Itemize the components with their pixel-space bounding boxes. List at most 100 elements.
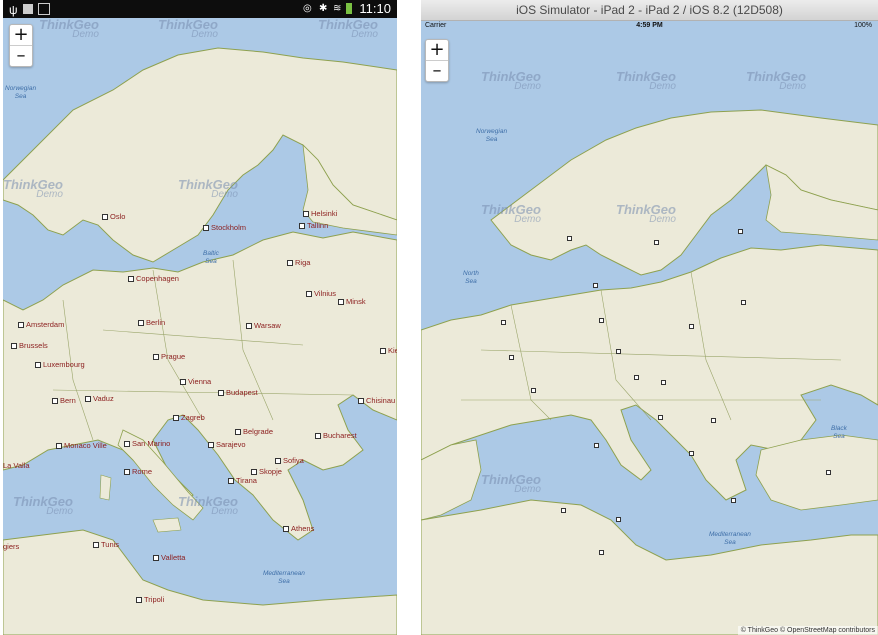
android-status-bar: ψ ◎ ✱ ≋ 11:10 [3,0,397,18]
zoom-out-button[interactable]: – [426,60,448,81]
map-canvas-right[interactable] [421,0,878,635]
no-sim-icon [38,3,50,15]
city-marker [826,470,833,476]
map-attribution: © ThinkGeo © OpenStreetMap contributors [737,626,878,635]
watermark: ThinkGeo Demo [481,69,541,92]
city-label-tirana: Tirana [228,476,257,485]
city-marker [634,375,641,381]
zoom-in-button[interactable]: + [426,40,448,60]
zoom-control-left: + – [9,24,33,67]
city-label-prague: Prague [153,352,185,361]
battery-icon [346,3,352,14]
city-marker [654,240,661,246]
window-title: iOS Simulator - iPad 2 - iPad 2 / iOS 8.… [516,3,783,17]
watermark: ThinkGeo Demo [39,17,99,40]
sea-label-baltic: Baltic Sea [203,250,219,265]
sea-label-mediterranean: Mediterranean Sea [709,531,751,546]
city-label-brussels: Brussels [11,341,48,350]
watermark: ThinkGeo Demo [13,494,73,517]
city-label-athens: Athens [283,524,314,533]
city-marker [689,451,696,457]
city-label-skopje: Skopje [251,467,282,476]
zoom-control-right: + – [425,39,449,82]
city-label-tunis: Tunis [93,540,119,549]
city-marker [594,443,601,449]
city-label-sarajevo: Sarajevo [208,440,246,449]
city-label-bern: Bern [52,396,76,405]
city-label-san-marino: San Marino [124,439,170,448]
city-label-chisinau: Chisinau [358,396,395,405]
city-label-warsaw: Warsaw [246,321,281,330]
ios-status-bar: Carrier 4:59 PM 100% [421,20,878,33]
watermark: ThinkGeo Demo [318,17,378,40]
city-marker [567,236,574,242]
watermark: ThinkGeo Demo [616,69,676,92]
status-time: 11:10 [359,1,391,16]
watermark: ThinkGeo Demo [481,472,541,495]
city-marker [689,324,696,330]
city-label-valletta: Valletta [153,553,185,562]
sea-label-north: North Sea [463,270,479,285]
image-icon [23,4,33,14]
sea-label-mediterranean: Mediterranean Sea [263,570,305,585]
sea-label-black: Black Sea [831,425,847,440]
city-label-bucharest: Bucharest [315,431,357,440]
city-marker [561,508,568,514]
city-label-kiev: Kiev [380,346,397,355]
city-marker [599,550,606,556]
sea-label-norwegian: Norwegian Sea [476,128,508,143]
usb-icon: ψ [9,3,18,17]
map-canvas-left[interactable] [3,0,397,635]
watermark: ThinkGeo Demo [746,69,806,92]
watermark: ThinkGeo Demo [178,494,238,517]
city-label-vilnius: Vilnius [306,289,336,298]
city-label-minsk: Minsk [338,297,366,306]
watermark: ThinkGeo Demo [481,202,541,225]
city-marker [616,517,623,523]
city-marker [509,355,516,361]
city-marker [599,318,606,324]
city-label-sofiya: Sofiya [275,456,304,465]
city-label-vaduz: Vaduz [85,394,114,403]
city-label-berlin: Berlin [138,318,165,327]
city-marker [501,320,508,326]
android-map-screen: ψ ◎ ✱ ≋ 11:10 + – ThinkGeo Demo ThinkGeo D… [3,0,397,635]
city-label-budapest: Budapest [218,388,258,397]
simulator-title-bar: iOS Simulator - iPad 2 - iPad 2 / iOS 8.… [421,0,878,21]
city-label-stockholm: Stockholm [203,223,246,232]
city-marker [531,388,538,394]
city-marker [658,415,665,421]
watermark: ThinkGeo Demo [178,177,238,200]
city-label-amsterdam: Amsterdam [18,320,64,329]
watermark: ThinkGeo Demo [616,202,676,225]
city-label-helsinki: Helsinki [303,209,337,218]
ios-simulator-window: iOS Simulator - iPad 2 - iPad 2 / iOS 8.… [421,0,878,635]
watermark: ThinkGeo Demo [3,177,63,200]
city-label-tallinn: Tallinn [299,221,328,230]
bluetooth-icon: ✱ [319,3,328,14]
battery-label: 100% [854,22,872,29]
city-label-monaco-ville: Monaco Ville [56,441,107,450]
city-label-oslo: Oslo [102,212,125,221]
city-label-belgrade: Belgrade [235,427,273,436]
city-label-la-valla: La Valla [3,461,30,470]
city-marker [593,283,600,289]
city-label-algiers: giers [3,542,20,551]
city-label-rome: Rome [124,467,152,476]
city-marker [711,418,718,424]
watermark: ThinkGeo Demo [158,17,218,40]
city-marker [741,300,748,306]
city-label-vienna: Vienna [180,377,211,386]
city-label-riga: Riga [287,258,310,267]
city-label-tripoli: Tripoli [136,595,164,604]
zoom-out-button[interactable]: – [10,45,32,66]
eye-icon: ◎ [303,3,312,14]
city-marker [661,380,668,386]
city-marker [738,229,745,235]
city-label-zagreb: Zagreb [173,413,205,422]
city-label-luxembourg: Luxembourg [35,360,85,369]
zoom-in-button[interactable]: + [10,25,32,45]
city-marker [731,498,738,504]
ios-clock: 4:59 PM [636,22,663,29]
wifi-icon: ≋ [333,3,342,14]
